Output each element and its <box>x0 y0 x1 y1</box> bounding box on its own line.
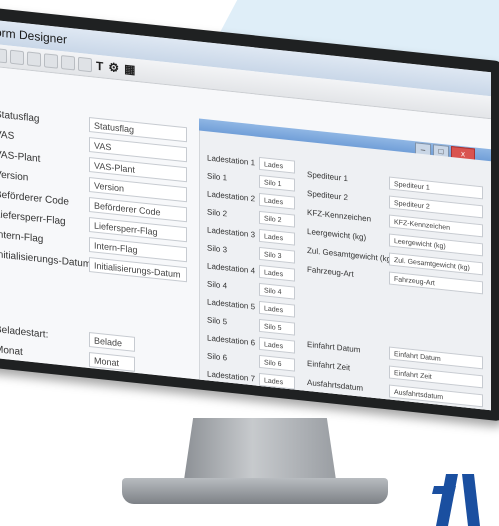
field-label: Initialisierungs-Datum <box>0 249 92 271</box>
field-input[interactable]: Lades <box>259 372 295 390</box>
layout-icon[interactable] <box>61 55 75 71</box>
field-input[interactable]: Stunde <box>89 371 135 392</box>
field-label: Ausfahrtszeit <box>307 396 354 411</box>
window-title: orm Designer <box>0 25 68 47</box>
field-label: Liefersperr-Flag <box>0 209 66 228</box>
field-label: VAS-Plant <box>0 149 41 165</box>
settings-icon[interactable]: ⚙ <box>107 60 120 75</box>
form-icon[interactable] <box>27 51 41 67</box>
field-label: Beförderer Code <box>0 189 69 208</box>
undo-icon[interactable] <box>0 47 7 64</box>
field-label: Stunde <box>0 364 27 379</box>
field-input[interactable]: Monat <box>89 351 135 372</box>
monitor-stand-base <box>122 478 388 504</box>
field-label: Statusflag <box>0 109 40 125</box>
field-label: Minute <box>0 384 26 399</box>
form-canvas: – □ x Statusflag Statusflag VAS VAS VAS-Plan… <box>0 66 491 411</box>
logo-mark-icon <box>432 474 480 526</box>
monitor: orm Designer T ⚙ ▦ – □ x Statusflag Stat… <box>0 6 499 452</box>
screen: orm Designer T ⚙ ▦ – □ x Statusflag Stat… <box>0 19 491 411</box>
field-label: Beladestart: <box>0 324 49 341</box>
table-icon[interactable]: ▦ <box>123 62 136 77</box>
field-input[interactable]: Silo 7 <box>259 390 295 408</box>
field-label: Silo 7 <box>207 387 228 399</box>
field-label: Monat <box>0 344 23 359</box>
monitor-stand-neck <box>184 418 336 480</box>
field-label: Intern-Flag <box>0 229 44 246</box>
field-input[interactable]: Belade <box>89 331 135 352</box>
field-label: Version <box>0 169 29 184</box>
grid-icon[interactable] <box>44 53 58 69</box>
text-tool-icon[interactable]: T <box>95 59 104 74</box>
field-input[interactable]: Minute <box>89 391 135 411</box>
redo-icon[interactable] <box>10 49 24 66</box>
align-icon[interactable] <box>78 56 92 73</box>
monitor-bezel: orm Designer T ⚙ ▦ – □ x Statusflag Stat… <box>0 6 499 422</box>
field-label: VAS <box>0 129 15 143</box>
